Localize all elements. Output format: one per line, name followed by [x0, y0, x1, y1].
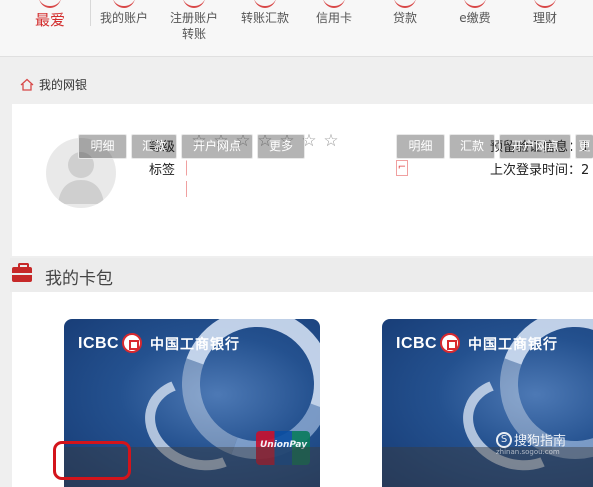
card-bank-name: 中国工商银行 [468, 337, 558, 353]
more-button[interactable]: 更多 [257, 134, 305, 159]
profile-panel: 等级 ☆ ☆ ☆ ☆ ☆ ☆ ☆ 标签 ⌐ 预留验证信息：1 上次登录时间：2 [12, 104, 593, 256]
nav-item-remittance[interactable]: 转账汇款 [239, 0, 291, 26]
watermark-url: zhinan.sogou.com [496, 448, 560, 456]
breadcrumb-current[interactable]: 我的网银 [39, 76, 87, 93]
nav-label: 注册账户 转账 [169, 11, 218, 41]
tag-edit-icon[interactable]: ⌐ [396, 160, 408, 176]
nav-label: 信用卡 [315, 11, 352, 25]
icbc-logo-icon [122, 333, 142, 353]
card-wallet-header: 我的卡包 [10, 258, 593, 292]
remit-icon [254, 0, 276, 8]
page: 最爱 我的账户 注册账户 转账 转账汇款 信用卡 贷款 e缴费 理财 我的网银 … [0, 0, 593, 487]
nav-label: 转账汇款 [240, 11, 289, 25]
branch-button[interactable]: 开户网点 [499, 134, 571, 159]
watermark: S 搜狗指南 [496, 430, 566, 449]
nav-item-e-payment[interactable]: e缴费 [455, 0, 495, 26]
card-action-bar [382, 447, 593, 487]
nav-label: 最爱 [34, 11, 65, 29]
star-icon: ☆ [323, 131, 339, 151]
wealth-icon [534, 0, 556, 8]
nav-item-favorites[interactable]: 最爱 [30, 0, 70, 28]
remit-button[interactable]: 汇款 [131, 134, 177, 159]
icbc-logo-icon [440, 333, 460, 353]
last-login: 上次登录时间：2 [490, 163, 590, 178]
more-button[interactable]: 更 [575, 134, 593, 159]
nav-label: 贷款 [392, 11, 417, 25]
watermark-text: 搜狗指南 [514, 434, 567, 449]
tag-input[interactable] [186, 160, 408, 176]
nav-divider [90, 0, 91, 26]
card-brand: ICBC [396, 335, 438, 352]
nav-label: 理财 [532, 11, 557, 25]
tag-input-second[interactable] [186, 181, 192, 197]
tag-label: 标签 [149, 163, 176, 178]
credit-card-icon [323, 0, 345, 8]
loan-icon [394, 0, 416, 8]
home-icon[interactable] [20, 78, 34, 91]
breadcrumb: 我的网银 [20, 76, 87, 93]
nav-item-my-account[interactable]: 我的账户 [98, 0, 150, 26]
account-icon [113, 0, 135, 8]
briefcase-icon [12, 263, 32, 282]
remit-button[interactable]: 汇款 [449, 134, 495, 159]
nav-item-credit-card[interactable]: 信用卡 [312, 0, 356, 26]
nav-item-loan[interactable]: 贷款 [388, 0, 422, 26]
bank-card[interactable]: ICBC 中国工商银行 [382, 319, 593, 487]
card-bank-name: 中国工商银行 [150, 337, 240, 353]
transfer-icon [183, 0, 205, 8]
card-brand: ICBC [78, 335, 120, 352]
payment-icon [464, 0, 486, 8]
card-wallet-title: 我的卡包 [45, 269, 113, 289]
nav-label: 我的账户 [99, 11, 148, 25]
heart-icon [39, 0, 61, 8]
detail-button[interactable]: 明细 [78, 134, 127, 159]
nav-item-wealth[interactable]: 理财 [528, 0, 562, 26]
branch-button[interactable]: 开户网点 [181, 134, 253, 159]
detail-button[interactable]: 明细 [396, 134, 445, 159]
nav-label: e缴费 [459, 11, 491, 25]
nav-item-registered-transfer[interactable]: 注册账户 转账 [168, 0, 220, 42]
sogou-logo-icon: S [496, 431, 512, 448]
top-nav: 最爱 我的账户 注册账户 转账 转账汇款 信用卡 贷款 e缴费 理财 [0, 0, 593, 57]
highlight-ring [53, 441, 131, 480]
